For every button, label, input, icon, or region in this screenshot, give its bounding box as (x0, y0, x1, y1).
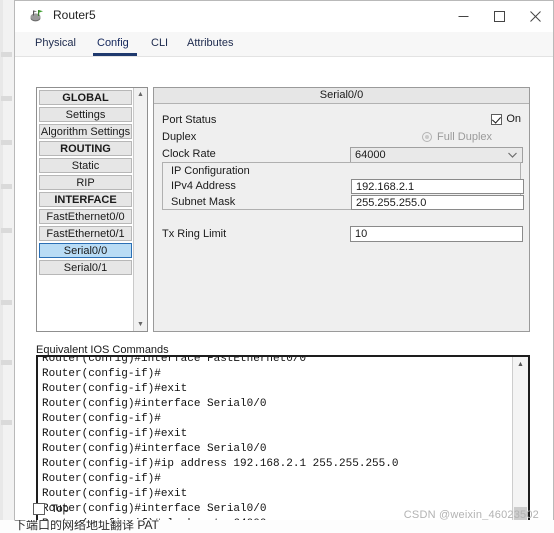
duplex-full-label: Full Duplex (437, 131, 493, 143)
tree-item-algorithm-settings[interactable]: Algorithm Settings (39, 124, 132, 139)
chevron-down-icon[interactable] (508, 151, 517, 160)
tab-cli[interactable]: CLI (145, 34, 173, 54)
tx-ring-limit-input[interactable]: 10 (350, 226, 523, 242)
interface-config-panel: Serial0/0 Port Status On Duplex Full Dup… (153, 87, 530, 332)
minimize-button[interactable] (445, 1, 481, 31)
router-config-window: Router5 Physical Config CLI Attributes G… (14, 0, 554, 533)
duplex-full-radio: Full Duplex (422, 131, 492, 143)
ios-commands-text: Router(config)#interface FastEthernet0/0… (42, 355, 399, 530)
close-button[interactable] (517, 1, 553, 31)
background-window-row (1, 96, 12, 101)
tab-cli-label: CLI (151, 37, 169, 49)
ipv4-address-row: IPv4 Address 192.168.2.1 (163, 179, 524, 195)
tree-item-rip[interactable]: RIP (39, 175, 132, 190)
tree-item-settings[interactable]: Settings (39, 107, 132, 122)
duplex-label: Duplex (162, 131, 197, 143)
tree-label: FastEthernet0/0 (46, 211, 125, 223)
tab-attributes[interactable]: Attributes (181, 34, 247, 54)
tree-header-global: GLOBAL (39, 90, 132, 105)
top-checkbox[interactable]: Top (33, 503, 69, 515)
chevron-up-icon[interactable]: ▲ (134, 88, 147, 101)
config-tree-scrollbar[interactable]: ▲ ▼ (133, 88, 147, 331)
panel-title: Serial0/0 (154, 88, 529, 104)
port-status-row: Port Status On (154, 113, 529, 130)
background-page-text-label: 下端口的网络地址翻译 PAT (14, 520, 159, 532)
background-window[interactable] (0, 0, 15, 533)
maximize-button[interactable] (481, 1, 517, 31)
tree-label: Serial0/1 (63, 262, 108, 274)
background-page-text: 下端口的网络地址翻译 PAT (0, 520, 554, 533)
background-window-edge (0, 0, 3, 533)
tree-item-serial0-1[interactable]: Serial0/1 (39, 260, 132, 275)
router-device-icon (29, 8, 45, 24)
ip-configuration-title: IP Configuration (171, 165, 250, 177)
clock-rate-label: Clock Rate (162, 148, 216, 160)
ipv4-address-label: IPv4 Address (171, 180, 236, 192)
tree-item-static[interactable]: Static (39, 158, 132, 173)
subnet-mask-input[interactable]: 255.255.255.0 (351, 195, 524, 210)
background-window-row (1, 140, 12, 145)
tree-label: Static (71, 160, 100, 172)
tab-bar: Physical Config CLI Attributes (15, 32, 553, 57)
window-controls (445, 1, 553, 31)
tab-physical[interactable]: Physical (29, 34, 87, 54)
tree-label: GLOBAL (62, 92, 109, 104)
config-tree-items: GLOBAL Settings Algorithm Settings ROUTI… (37, 88, 134, 331)
window-body: GLOBAL Settings Algorithm Settings ROUTI… (15, 57, 553, 533)
tree-item-fastethernet0-0[interactable]: FastEthernet0/0 (39, 209, 132, 224)
subnet-mask-row: Subnet Mask 255.255.255.0 (163, 195, 524, 211)
chevron-down-icon[interactable]: ▼ (134, 318, 147, 331)
clock-rate-select[interactable]: 64000 (350, 147, 523, 163)
tab-config-label: Config (97, 37, 129, 49)
tree-label: ROUTING (60, 143, 111, 155)
duplex-row: Duplex Full Duplex (154, 130, 529, 147)
tab-physical-label: Physical (35, 37, 76, 49)
checkbox-icon[interactable] (491, 113, 503, 125)
tree-label: Serial0/0 (63, 245, 108, 257)
config-tree[interactable]: GLOBAL Settings Algorithm Settings ROUTI… (36, 87, 148, 332)
tree-item-serial0-0[interactable]: Serial0/0 (39, 243, 132, 258)
window-title: Router5 (53, 8, 96, 22)
background-window-row (1, 228, 12, 233)
top-checkbox-label: Top (51, 503, 69, 515)
tree-header-interface: INTERFACE (39, 192, 132, 207)
background-window-row (1, 184, 12, 189)
tree-label: Settings (65, 109, 106, 121)
port-status-label: Port Status (162, 114, 217, 126)
tree-label: INTERFACE (54, 194, 117, 206)
ip-configuration-group: IP Configuration IPv4 Address 192.168.2.… (162, 162, 524, 211)
clock-rate-value: 64000 (355, 149, 386, 161)
console-scrollbar[interactable]: ▲ ▼ (512, 357, 528, 533)
checkbox-icon[interactable] (33, 503, 45, 515)
tree-item-fastethernet0-1[interactable]: FastEthernet0/1 (39, 226, 132, 241)
tree-header-routing: ROUTING (39, 141, 132, 156)
chevron-up-icon[interactable]: ▲ (513, 357, 528, 371)
tab-config[interactable]: Config (91, 34, 139, 56)
ipv4-address-input[interactable]: 192.168.2.1 (351, 179, 524, 194)
background-window-row (1, 300, 12, 305)
tree-label: FastEthernet0/1 (46, 228, 125, 240)
tab-attributes-label: Attributes (187, 37, 234, 49)
port-status-state-label: On (506, 113, 521, 125)
background-window-row (1, 360, 12, 365)
port-status-checkbox[interactable]: On (491, 113, 521, 125)
tree-label: RIP (76, 177, 95, 189)
title-bar[interactable]: Router5 (15, 1, 553, 32)
subnet-mask-label: Subnet Mask (171, 196, 236, 208)
tx-ring-limit-label: Tx Ring Limit (162, 228, 227, 240)
screen: Router5 Physical Config CLI Attributes G… (0, 0, 554, 533)
background-window-row (1, 420, 12, 425)
ios-commands-console[interactable]: Router(config)#interface FastEthernet0/0… (36, 355, 530, 533)
radio-icon (422, 132, 432, 142)
background-window-row (1, 52, 12, 57)
tree-label: Algorithm Settings (40, 126, 131, 138)
